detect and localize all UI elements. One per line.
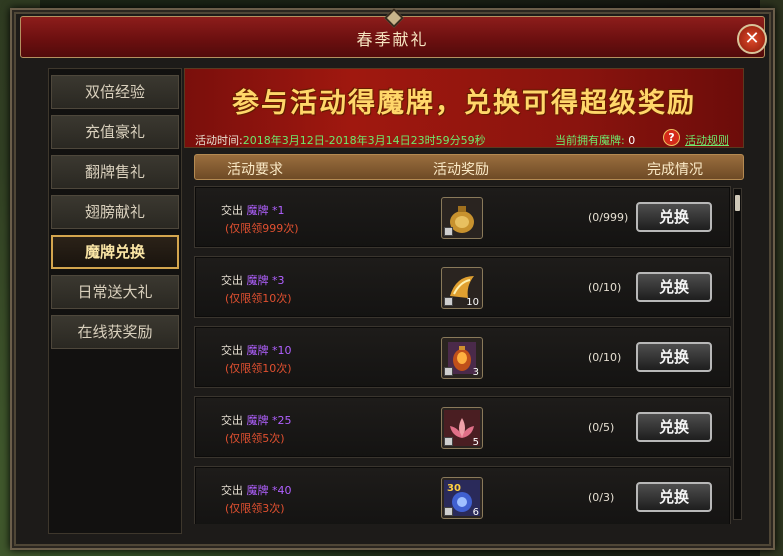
window-title: 春季献礼 bbox=[356, 30, 429, 49]
item-qty: *1 bbox=[272, 204, 285, 217]
banner-headline: 参与活动得魔牌，兑换可得超级奖励 bbox=[232, 88, 696, 119]
event-time-value: 2018年3月12日-2018年3月14日23时59分59秒 bbox=[242, 134, 486, 147]
limit-text: (仅限领999次) bbox=[225, 222, 299, 235]
item-qty: *25 bbox=[272, 414, 292, 427]
exchange-row: 交出 魔牌 *1 (仅限领999次) (0/999) 兑换 bbox=[194, 186, 731, 248]
progress-text: (0/10) bbox=[588, 351, 622, 364]
list-scrollbar[interactable] bbox=[733, 188, 742, 520]
sidebar-item-magic-card-exchange[interactable]: 魔牌兑换 bbox=[51, 235, 179, 269]
exchange-row: 交出 魔牌 *10 (仅限领10次) 3 (0/10) 兑换 bbox=[194, 326, 731, 388]
progress-text: (0/3) bbox=[588, 491, 615, 504]
progress-text: (0/10) bbox=[588, 281, 622, 294]
item-name: 魔牌 bbox=[246, 414, 269, 427]
column-header: 活动要求 活动奖励 完成情况 bbox=[194, 154, 744, 180]
limit-text: (仅限领10次) bbox=[225, 292, 292, 305]
bound-lock-icon bbox=[444, 437, 453, 446]
reward-slot[interactable] bbox=[441, 197, 483, 239]
progress-text: (0/999) bbox=[588, 211, 629, 224]
exchange-list: 交出 魔牌 *1 (仅限领999次) (0/999) 兑换 交出 魔牌 *3 (… bbox=[194, 186, 734, 524]
event-time: 活动时间:2018年3月12日-2018年3月14日23时59分59秒 bbox=[195, 132, 486, 148]
reward-badge: 30 bbox=[447, 483, 461, 494]
item-name: 魔牌 bbox=[246, 344, 269, 357]
requirement-text: 交出 魔牌 *1 bbox=[221, 202, 285, 218]
sidebar-item-online-reward[interactable]: 在线获奖励 bbox=[51, 315, 179, 349]
close-button[interactable]: ✕ bbox=[737, 24, 767, 54]
limit-text: (仅限领10次) bbox=[225, 362, 292, 375]
owned-cards-label: 当前拥有魔牌: bbox=[555, 134, 625, 147]
exchange-button[interactable]: 兑换 bbox=[636, 202, 712, 232]
limit-text: (仅限领3次) bbox=[225, 502, 285, 515]
reward-count: 5 bbox=[472, 437, 479, 448]
event-time-label: 活动时间: bbox=[195, 134, 243, 147]
game-scene: 春季献礼 ✕ 双倍经验 充值豪礼 翻牌售礼 翅膀献礼 魔牌兑换 日常送大礼 在线… bbox=[0, 0, 783, 556]
requirement-text: 交出 魔牌 *3 bbox=[221, 272, 285, 288]
sidebar-item-recharge-gift[interactable]: 充值豪礼 bbox=[51, 115, 179, 149]
reward-slot[interactable]: 5 bbox=[441, 407, 483, 449]
sidebar: 双倍经验 充值豪礼 翻牌售礼 翅膀献礼 魔牌兑换 日常送大礼 在线获奖励 bbox=[48, 68, 182, 534]
progress-text: (0/5) bbox=[588, 421, 615, 434]
item-qty: *3 bbox=[272, 274, 285, 287]
requirement-text: 交出 魔牌 *25 bbox=[221, 412, 292, 428]
item-qty: *40 bbox=[272, 484, 292, 497]
exchange-button[interactable]: 兑换 bbox=[636, 412, 712, 442]
bound-lock-icon bbox=[444, 507, 453, 516]
owned-cards-value: 0 bbox=[628, 134, 636, 147]
column-status: 完成情况 bbox=[647, 162, 703, 178]
column-reward: 活动奖励 bbox=[433, 162, 489, 178]
exchange-row: 交出 魔牌 *40 (仅限领3次) 30 6 (0/3) 兑换 bbox=[194, 466, 731, 524]
event-banner: 参与活动得魔牌，兑换可得超级奖励 活动时间:2018年3月12日-2018年3月… bbox=[184, 68, 744, 148]
exchange-row: 交出 魔牌 *25 (仅限领5次) 5 (0/5) 兑换 bbox=[194, 396, 731, 458]
reward-slot[interactable]: 3 bbox=[441, 337, 483, 379]
reward-slot[interactable]: 30 6 bbox=[441, 477, 483, 519]
sidebar-item-daily-gift[interactable]: 日常送大礼 bbox=[51, 275, 179, 309]
sidebar-item-card-flip-sale[interactable]: 翻牌售礼 bbox=[51, 155, 179, 189]
owned-cards: 当前拥有魔牌: 0 bbox=[555, 132, 635, 148]
give-label: 交出 bbox=[221, 484, 243, 497]
reward-count: 3 bbox=[472, 367, 479, 378]
give-label: 交出 bbox=[221, 204, 243, 217]
requirement-text: 交出 魔牌 *10 bbox=[221, 342, 292, 358]
give-label: 交出 bbox=[221, 274, 243, 287]
reward-count: 10 bbox=[466, 297, 479, 308]
help-icon[interactable]: ? bbox=[663, 129, 680, 146]
exchange-button[interactable]: 兑换 bbox=[636, 342, 712, 372]
reward-count: 6 bbox=[472, 507, 479, 518]
exchange-button[interactable]: 兑换 bbox=[636, 482, 712, 512]
item-qty: *10 bbox=[272, 344, 292, 357]
event-window: 春季献礼 ✕ 双倍经验 充值豪礼 翻牌售礼 翅膀献礼 魔牌兑换 日常送大礼 在线… bbox=[10, 8, 775, 550]
sidebar-item-wing-gift[interactable]: 翅膀献礼 bbox=[51, 195, 179, 229]
bound-lock-icon bbox=[444, 367, 453, 376]
column-requirement: 活动要求 bbox=[227, 162, 283, 178]
item-name: 魔牌 bbox=[246, 484, 269, 497]
scroll-thumb[interactable] bbox=[735, 195, 740, 211]
give-label: 交出 bbox=[221, 414, 243, 427]
bound-lock-icon bbox=[444, 297, 453, 306]
limit-text: (仅限领5次) bbox=[225, 432, 285, 445]
item-name: 魔牌 bbox=[246, 274, 269, 287]
sidebar-item-double-exp[interactable]: 双倍经验 bbox=[51, 75, 179, 109]
requirement-text: 交出 魔牌 *40 bbox=[221, 482, 292, 498]
window-titlebar: 春季献礼 bbox=[20, 8, 765, 58]
main-panel: 参与活动得魔牌，兑换可得超级奖励 活动时间:2018年3月12日-2018年3月… bbox=[184, 68, 744, 534]
item-name: 魔牌 bbox=[246, 204, 269, 217]
give-label: 交出 bbox=[221, 344, 243, 357]
rules-link[interactable]: 活动规则 bbox=[685, 132, 729, 148]
ornament-gem-icon bbox=[384, 8, 404, 28]
exchange-button[interactable]: 兑换 bbox=[636, 272, 712, 302]
bound-lock-icon bbox=[444, 227, 453, 236]
exchange-row: 交出 魔牌 *3 (仅限领10次) 10 (0/10) 兑换 bbox=[194, 256, 731, 318]
reward-slot[interactable]: 10 bbox=[441, 267, 483, 309]
